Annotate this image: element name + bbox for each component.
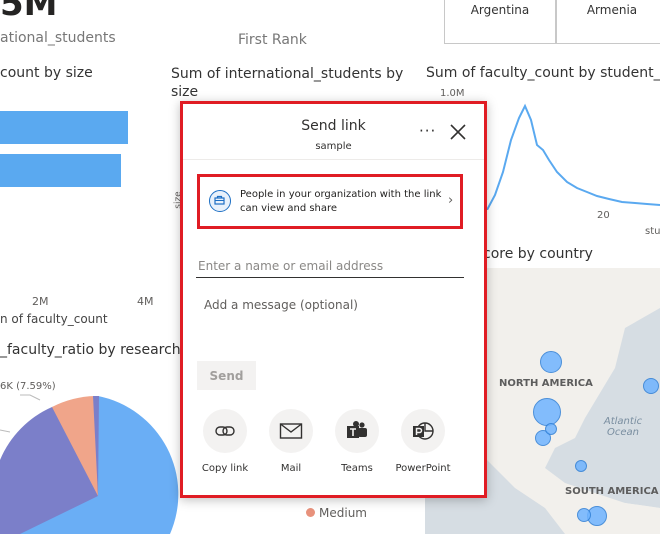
- chart3-ytick: 1.0M: [440, 88, 465, 99]
- send-link-dialog: Send link sample ··· People in your orga…: [180, 101, 487, 498]
- close-icon: [450, 124, 466, 140]
- pie-chart[interactable]: [0, 390, 200, 534]
- powerpoint-icon: [413, 422, 434, 440]
- map-bubble[interactable]: [533, 398, 561, 426]
- chart3-line[interactable]: [487, 100, 660, 210]
- send-button[interactable]: Send: [197, 361, 256, 390]
- chart1-tick-4m: 4M: [137, 295, 154, 308]
- dialog-title: Send link: [301, 118, 366, 134]
- powerpoint-option[interactable]: PowerPoint: [391, 409, 455, 474]
- teams-icon: [347, 421, 367, 438]
- map-bubble[interactable]: [577, 508, 591, 522]
- dialog-subtitle: sample: [315, 141, 352, 152]
- chart3-title: Sum of faculty_count by student_fa: [426, 65, 660, 81]
- map-bubble[interactable]: [545, 423, 557, 435]
- chart1-tick-2m: 2M: [32, 295, 49, 308]
- legend-item-medium[interactable]: Medium: [306, 506, 367, 520]
- share-option-label: Teams: [341, 463, 373, 474]
- chart1-bar-1[interactable]: [0, 111, 128, 144]
- header-divider: [183, 159, 484, 160]
- chart3-axis-label: stu: [645, 226, 660, 237]
- chevron-right-icon: ›: [448, 193, 454, 208]
- chart1-axis-label: n of faculty_count: [0, 312, 108, 326]
- slicer-item-argentina[interactable]: Argentina: [444, 0, 556, 44]
- map-bubble[interactable]: [643, 378, 659, 394]
- more-options-button[interactable]: ···: [419, 122, 436, 140]
- permission-description: People in your organization with the lin…: [240, 189, 442, 214]
- map-label-north-america: NORTH AMERICA: [499, 378, 593, 389]
- legend-dot: [306, 508, 315, 517]
- chart1-title: count by size: [0, 65, 93, 81]
- share-option-label: Mail: [280, 463, 302, 474]
- ellipsis-icon: ···: [419, 122, 437, 140]
- mail-icon: [279, 423, 303, 439]
- copy-link-option[interactable]: Copy link: [193, 409, 257, 474]
- slicer-item-armenia[interactable]: Armenia: [556, 0, 660, 44]
- message-input[interactable]: [196, 294, 464, 344]
- map-bubble[interactable]: [575, 460, 587, 472]
- map-label-atlantic: Atlantic Ocean: [603, 416, 643, 438]
- chart1-bar-2[interactable]: [0, 154, 121, 187]
- map-label-south-america: SOUTH AMERICA: [565, 486, 659, 497]
- map-bubble[interactable]: [540, 351, 562, 373]
- map-title: core by country: [483, 246, 593, 262]
- teams-option[interactable]: Teams: [325, 409, 389, 474]
- chart2-title: Sum of international_students by size: [171, 66, 404, 100]
- share-option-label: PowerPoint: [395, 463, 451, 474]
- close-button[interactable]: [447, 121, 469, 143]
- kpi-value: 5M: [0, 0, 58, 24]
- kpi-label: ational_students: [0, 30, 116, 46]
- link-permission-button[interactable]: People in your organization with the lin…: [197, 174, 463, 229]
- mail-option[interactable]: Mail: [259, 409, 323, 474]
- recipient-input[interactable]: [196, 254, 464, 278]
- first-rank-label: First Rank: [238, 32, 307, 48]
- chart3-xtick-20: 20: [597, 210, 610, 221]
- briefcase-icon: [209, 190, 231, 212]
- share-option-label: Copy link: [201, 463, 249, 474]
- chart4-title: _faculty_ratio by research: [0, 342, 181, 358]
- link-icon: [215, 426, 235, 436]
